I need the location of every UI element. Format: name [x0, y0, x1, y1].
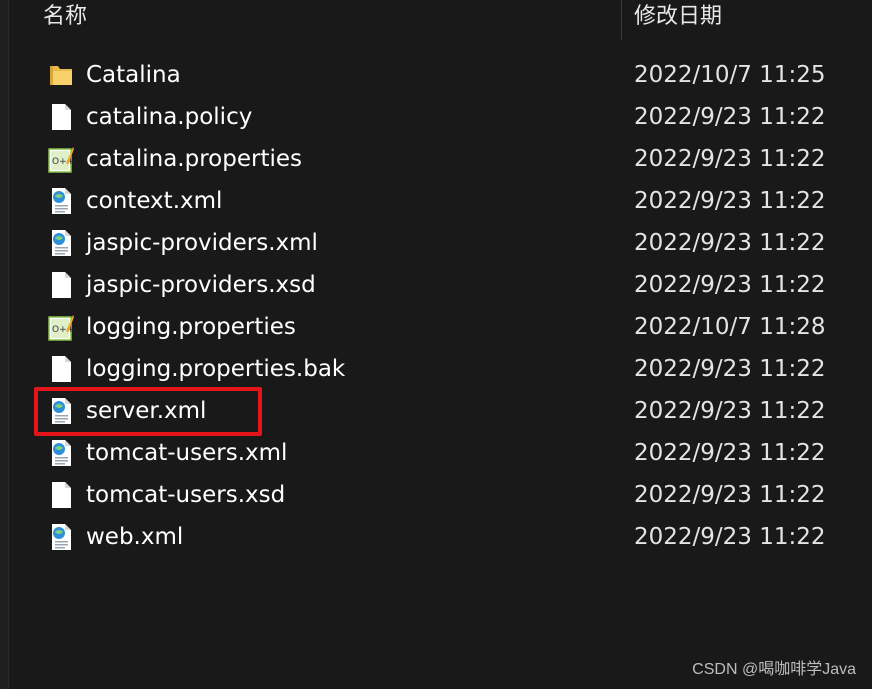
- file-name: catalina.properties: [86, 146, 302, 172]
- file-name: logging.properties: [86, 314, 296, 340]
- file-row-logging-properties[interactable]: O++ logging.properties 2022/10/7 11:28: [0, 306, 872, 348]
- file-modified-date: 2022/9/23 11:22: [634, 188, 826, 214]
- file-modified-date: 2022/9/23 11:22: [634, 146, 826, 172]
- blank-file-icon: [52, 482, 71, 508]
- column-header-name[interactable]: 名称: [43, 0, 87, 38]
- highlight-box-server-xml: [34, 387, 262, 436]
- svg-text:O++: O++: [52, 157, 74, 167]
- file-name: web.xml: [86, 524, 184, 550]
- file-modified-date: 2022/9/23 11:22: [634, 356, 826, 382]
- file-modified-date: 2022/9/23 11:22: [634, 398, 826, 424]
- file-row-catalina[interactable]: Catalina 2022/10/7 11:25: [0, 54, 872, 96]
- file-modified-date: 2022/9/23 11:22: [634, 104, 826, 130]
- file-row-jaspic-providers-xml[interactable]: jaspic-providers.xml 2022/9/23 11:22: [0, 222, 872, 264]
- file-modified-date: 2022/10/7 11:28: [634, 314, 826, 340]
- column-header-bar: 名称 修改日期: [0, 0, 872, 40]
- xml-file-icon: [52, 188, 71, 214]
- file-explorer: 名称 修改日期 Catalina 2022/10/7 11:25 catalin…: [0, 0, 872, 689]
- file-modified-date: 2022/9/23 11:22: [634, 230, 826, 256]
- file-name: jaspic-providers.xml: [86, 230, 318, 256]
- blank-file-icon: [52, 272, 71, 298]
- file-row-tomcat-users-xsd[interactable]: tomcat-users.xsd 2022/9/23 11:22: [0, 474, 872, 516]
- file-modified-date: 2022/10/7 11:25: [634, 62, 826, 88]
- file-name: tomcat-users.xml: [86, 440, 288, 466]
- file-row-catalina-policy[interactable]: catalina.policy 2022/9/23 11:22: [0, 96, 872, 138]
- folder-icon: [50, 66, 72, 85]
- watermark: CSDN @喝咖啡学Java: [692, 661, 856, 678]
- file-modified-date: 2022/9/23 11:22: [634, 440, 826, 466]
- file-name: logging.properties.bak: [86, 356, 346, 382]
- file-name: jaspic-providers.xsd: [86, 272, 316, 298]
- column-divider[interactable]: [621, 0, 622, 40]
- svg-text:O++: O++: [52, 325, 74, 335]
- xml-file-icon: [52, 230, 71, 256]
- file-modified-date: 2022/9/23 11:22: [634, 524, 826, 550]
- properties-file-icon: O++: [48, 315, 74, 341]
- file-name: catalina.policy: [86, 104, 253, 130]
- blank-file-icon: [52, 356, 71, 382]
- properties-file-icon: O++: [48, 147, 74, 173]
- file-row-web-xml[interactable]: web.xml 2022/9/23 11:22: [0, 516, 872, 558]
- file-modified-date: 2022/9/23 11:22: [634, 272, 826, 298]
- xml-file-icon: [52, 440, 71, 466]
- column-header-modified[interactable]: 修改日期: [634, 0, 722, 38]
- file-row-jaspic-providers-xsd[interactable]: jaspic-providers.xsd 2022/9/23 11:22: [0, 264, 872, 306]
- file-row-tomcat-users-xml[interactable]: tomcat-users.xml 2022/9/23 11:22: [0, 432, 872, 474]
- file-row-catalina-properties[interactable]: O++ catalina.properties 2022/9/23 11:22: [0, 138, 872, 180]
- file-name: Catalina: [86, 62, 181, 88]
- xml-file-icon: [52, 524, 71, 550]
- file-row-logging-properties-bak[interactable]: logging.properties.bak 2022/9/23 11:22: [0, 348, 872, 390]
- file-name: context.xml: [86, 188, 223, 214]
- file-name: tomcat-users.xsd: [86, 482, 286, 508]
- file-row-context-xml[interactable]: context.xml 2022/9/23 11:22: [0, 180, 872, 222]
- file-modified-date: 2022/9/23 11:22: [634, 482, 826, 508]
- blank-file-icon: [52, 104, 71, 130]
